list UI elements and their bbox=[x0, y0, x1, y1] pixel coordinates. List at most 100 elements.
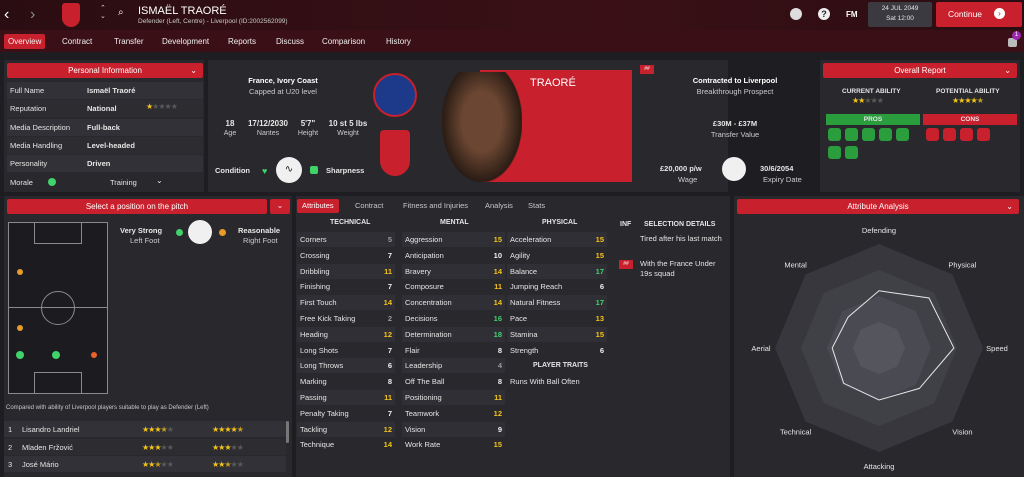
tab-attributes[interactable]: Attributes bbox=[297, 199, 339, 213]
pro-icon bbox=[845, 128, 858, 141]
position-header[interactable]: Select a position on the pitch bbox=[7, 199, 267, 214]
club-crest-icon bbox=[62, 3, 80, 27]
player-portrait bbox=[442, 72, 522, 182]
right-foot-rating: Reasonable bbox=[238, 226, 281, 235]
radar-label: Mental bbox=[784, 261, 807, 270]
nav-tab-discuss[interactable]: Discuss bbox=[272, 34, 308, 49]
time-text: Sat 12:00 bbox=[886, 15, 914, 22]
attribute-value: 8 bbox=[497, 377, 502, 387]
position-dropdown-button[interactable]: ⌄ bbox=[270, 199, 290, 214]
chevron-down-icon: ⌄ bbox=[1004, 66, 1011, 75]
comparison-player-name[interactable]: Mladen Fržović bbox=[22, 443, 73, 452]
attribute-value: 14 bbox=[383, 440, 392, 450]
radar-label: Defending bbox=[862, 226, 896, 235]
reputation-stars: ★★★★★ bbox=[146, 102, 178, 111]
training-label[interactable]: Training bbox=[110, 178, 137, 187]
attribute-value: 15 bbox=[493, 235, 502, 244]
con-icon bbox=[977, 128, 990, 141]
attribute-name: Leadership bbox=[405, 361, 443, 371]
personal-info-header[interactable]: Personal Information ⌄ bbox=[7, 63, 203, 78]
comparison-potential-stars: ★★★★★ bbox=[212, 460, 244, 469]
tab-stats[interactable]: Stats bbox=[523, 199, 550, 213]
attribute-value: 14 bbox=[493, 298, 502, 308]
transfer-value-label: Transfer Value bbox=[710, 130, 760, 139]
nav-tab-overview[interactable]: Overview bbox=[4, 34, 46, 49]
chevron-up-down-icon[interactable]: ⌃ ⌄ bbox=[100, 5, 106, 21]
potential-ability-stars: ★★★★★ bbox=[952, 96, 984, 105]
nav-tab-reports[interactable]: Reports bbox=[224, 34, 260, 49]
pro-icon bbox=[828, 146, 841, 159]
personal-info-value: Level-headed bbox=[87, 140, 135, 150]
pros-header: PROS bbox=[826, 114, 920, 125]
cons-header: CONS bbox=[923, 114, 1017, 125]
back-button[interactable]: ‹ bbox=[4, 6, 9, 24]
pro-icon bbox=[845, 146, 858, 159]
attribute-value: 7 bbox=[387, 282, 392, 292]
attribute-name: Long Throws bbox=[300, 361, 344, 371]
attribute-value: 15 bbox=[595, 329, 604, 339]
attribute-name: Long Shots bbox=[300, 345, 338, 355]
potential-ability-label: POTENTIAL ABILITY bbox=[936, 88, 1000, 95]
fm-logo[interactable]: FM bbox=[846, 10, 858, 19]
tab-analysis[interactable]: Analysis bbox=[480, 199, 518, 213]
position-dot[interactable] bbox=[91, 352, 97, 358]
tab-fitness-and-injuries[interactable]: Fitness and Injuries bbox=[398, 199, 473, 213]
pitch-penalty-box-top bbox=[34, 222, 82, 244]
con-icon bbox=[926, 128, 939, 141]
radar-label: Physical bbox=[948, 261, 976, 270]
radar-label: Technical bbox=[780, 427, 812, 436]
training-chevron-icon: ⌄ bbox=[156, 176, 163, 185]
attribute-value: 17 bbox=[595, 266, 604, 276]
attribute-value: 15 bbox=[493, 440, 502, 450]
boot-icon bbox=[188, 220, 212, 244]
attribute-name: Decisions bbox=[405, 314, 438, 323]
tag-icon[interactable]: ## bbox=[640, 65, 654, 74]
morale-icon bbox=[48, 178, 56, 186]
contract-icon bbox=[722, 157, 746, 181]
position-dot[interactable] bbox=[17, 325, 23, 331]
radar-ring bbox=[853, 322, 905, 374]
tab-contract[interactable]: Contract bbox=[350, 199, 388, 213]
nav-tab-history[interactable]: History bbox=[382, 34, 415, 49]
attribute-radar-chart: Defending Physical Speed Vision Attacking Tec… bbox=[751, 226, 1007, 471]
nationality: France, Ivory Coast bbox=[248, 76, 318, 85]
nav-tab-transfer[interactable]: Transfer bbox=[110, 34, 148, 49]
pro-icon bbox=[896, 128, 909, 141]
comparison-potential-stars: ★★★★★ bbox=[212, 425, 244, 434]
sharpness-label: Sharpness bbox=[326, 166, 365, 175]
selection-line-1: Tired after his last match bbox=[640, 234, 722, 243]
personal-info-label: Media Handling bbox=[10, 140, 63, 150]
overall-report-header[interactable]: Overall Report ⌄ bbox=[823, 63, 1017, 78]
expiry-date: 30/6/2054 bbox=[760, 164, 794, 173]
wage-label: Wage bbox=[678, 175, 698, 184]
attribute-name: Dribbling bbox=[300, 266, 330, 276]
nav-tab-comparison[interactable]: Comparison bbox=[318, 34, 369, 49]
attribute-value: 7 bbox=[387, 250, 392, 260]
comparison-player-name[interactable]: José Mário bbox=[22, 460, 59, 469]
attribute-name: Jumping Reach bbox=[510, 282, 563, 292]
comparison-rank: 2 bbox=[8, 442, 13, 452]
attribute-value: 12 bbox=[493, 408, 502, 418]
arrow-right-icon: › bbox=[994, 8, 1005, 19]
attribute-name: Pace bbox=[510, 314, 528, 323]
transfer-value: £30M - £37M bbox=[712, 119, 758, 128]
search-icon[interactable]: ⌕ bbox=[118, 7, 124, 18]
attribute-name: Heading bbox=[300, 329, 328, 339]
position-dot[interactable] bbox=[17, 269, 23, 275]
comparison-player-name[interactable]: Lisandro Landriel bbox=[22, 425, 80, 434]
attribute-value: 10 bbox=[493, 250, 502, 260]
position-dot[interactable] bbox=[16, 351, 24, 359]
attribute-name: Acceleration bbox=[510, 235, 552, 244]
attribute-name: Free Kick Taking bbox=[300, 314, 356, 323]
attribute-name: Strength bbox=[510, 345, 539, 355]
position-dot[interactable] bbox=[52, 351, 60, 359]
nav-tab-development[interactable]: Development bbox=[158, 34, 213, 49]
comparison-potential-stars: ★★★★★ bbox=[212, 442, 244, 452]
comparison-scrollbar[interactable] bbox=[286, 421, 289, 443]
heart-icon: ♥ bbox=[262, 166, 268, 176]
flag-icon[interactable] bbox=[790, 8, 802, 20]
forward-button[interactable]: › bbox=[30, 6, 35, 24]
nav-tab-contract[interactable]: Contract bbox=[58, 34, 96, 49]
attribute-analysis-header[interactable]: Attribute Analysis ⌄ bbox=[737, 199, 1019, 214]
help-icon[interactable]: ? bbox=[818, 8, 830, 20]
